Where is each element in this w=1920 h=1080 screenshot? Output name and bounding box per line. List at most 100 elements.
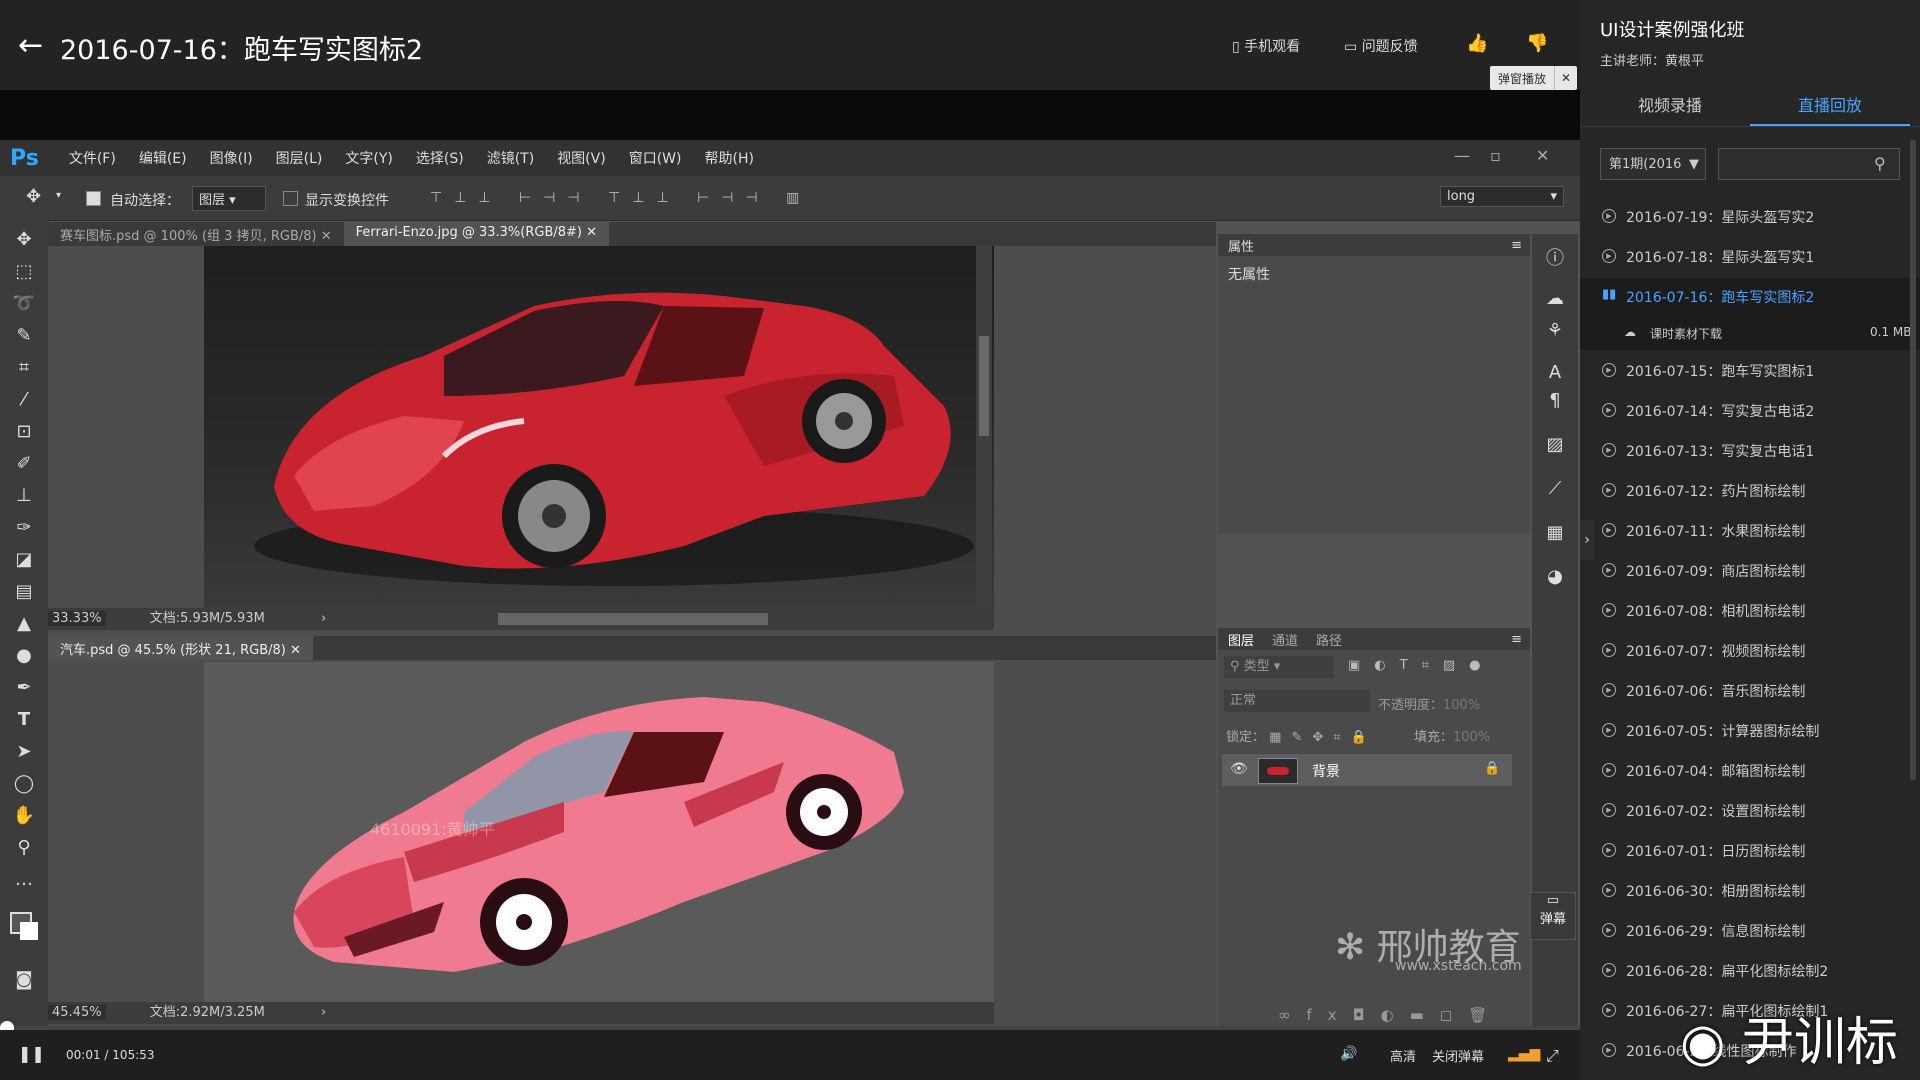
adjustments-icon[interactable]: ▨ [1542, 434, 1568, 460]
episode-item[interactable]: ▶ 2016-06-30：相册图标绘制 [1580, 872, 1920, 912]
maximize-icon[interactable]: ▫ [1490, 146, 1501, 165]
lock-icons[interactable]: ▦✎✥⌗🔒 [1269, 730, 1377, 745]
quick-select-tool-icon[interactable]: ✎ [8, 322, 40, 350]
mobile-watch-button[interactable]: ▯ 手机观看 [1232, 36, 1300, 56]
patch-tool-icon[interactable]: ⊡ [8, 418, 40, 446]
danmu-side-button[interactable]: ▭ 弹幕 [1530, 892, 1576, 940]
hand-tool-icon[interactable]: ✋ [8, 802, 40, 830]
panel-menu-icon[interactable]: ≡ [1511, 632, 1522, 647]
doc-tab-car[interactable]: 汽车.psd @ 45.5% (形状 21, RGB/8) ✕ [48, 636, 313, 660]
episode-item[interactable]: ▶ 2016-07-05：计算器图标绘制 [1580, 712, 1920, 752]
close-icon[interactable]: ✕ [1554, 66, 1577, 90]
chevron-right-icon[interactable]: › [321, 611, 326, 626]
dodge-tool-icon[interactable]: ● [8, 642, 40, 670]
material-download-row[interactable]: ☁ 课时素材下载 0.1 MB [1580, 316, 1920, 350]
align-icons[interactable]: ⊤⊥⊥ ⊢⊣⊣ ⊤⊥⊥ ⊢⊣⊣ ▥ [430, 190, 811, 206]
menu-image[interactable]: 图像(I) [210, 148, 253, 168]
show-transform-checkbox[interactable] [283, 190, 298, 206]
menu-file[interactable]: 文件(F) [69, 148, 116, 168]
chevron-down-icon[interactable]: ▾ [56, 190, 61, 201]
menu-view[interactable]: 视图(V) [557, 148, 606, 168]
episode-item[interactable]: ▮▮ 2016-07-16：跑车写实图标2 [1580, 278, 1920, 318]
measure-icon[interactable]: ⟋ [1542, 478, 1568, 504]
move-tool-icon[interactable]: ✥ [8, 226, 40, 254]
filter-icons[interactable]: ▣◐T⌗▨● [1348, 658, 1495, 673]
color-swatches-icon[interactable] [8, 910, 40, 940]
stamp-tool-icon[interactable]: ⊥ [8, 482, 40, 510]
zoom-level[interactable]: 33.33% [48, 611, 106, 626]
character-icon[interactable]: A [1542, 362, 1568, 388]
path-select-icon[interactable]: ➤ [8, 738, 40, 766]
window-close-icon[interactable]: ✕ [1536, 146, 1549, 165]
layer-row-background[interactable]: 👁 背景 🔒 [1222, 754, 1512, 786]
menu-layer[interactable]: 图层(L) [276, 148, 323, 168]
episode-item[interactable]: ▶ 2016-06-29：信息图标绘制 [1580, 912, 1920, 952]
glyphs-icon[interactable]: ▦ [1542, 522, 1568, 548]
episode-item[interactable]: ▶ 2016-07-13：写实复古电话1 [1580, 432, 1920, 472]
sidebar-scrollbar[interactable] [1910, 140, 1916, 780]
doc-tab-race-icon[interactable]: 赛车图标.psd @ 100% (组 3 拷贝, RGB/8) ✕ [48, 222, 344, 246]
brush-tool-icon[interactable]: ✐ [8, 450, 40, 478]
zoom-tool-icon[interactable]: ⚲ [8, 834, 40, 862]
ferrari-photo-canvas[interactable] [204, 246, 994, 608]
fullscreen-icon[interactable]: ⤢ [1546, 1046, 1559, 1066]
episode-item[interactable]: ▶ 2016-07-01：日历图标绘制 [1580, 832, 1920, 872]
vertical-scrollbar[interactable] [976, 246, 992, 608]
thumbs-down-icon[interactable]: 👎 [1526, 33, 1548, 54]
episode-item[interactable]: ▶ 2016-07-15：跑车写实图标1 [1580, 352, 1920, 392]
eyedropper-tool-icon[interactable]: ⁄ [8, 386, 40, 414]
episode-search-input[interactable] [1718, 148, 1900, 180]
menu-help[interactable]: 帮助(H) [704, 148, 753, 168]
episode-item[interactable]: ▶ 2016-07-11：水果图标绘制 [1580, 512, 1920, 552]
volume-icon[interactable]: 🔊 [1340, 1046, 1357, 1062]
panel-menu-icon[interactable]: ≡ [1511, 238, 1522, 253]
lasso-tool-icon[interactable]: ➰ [8, 290, 40, 318]
quality-button[interactable]: 高清 [1390, 1046, 1416, 1065]
period-dropdown[interactable]: 第1期(2016 ▼ [1600, 148, 1706, 180]
thumbs-up-icon[interactable]: 👍 [1466, 33, 1488, 54]
episode-item[interactable]: ▶ 2016-07-04：邮箱图标绘制 [1580, 752, 1920, 792]
episode-item[interactable]: ▶ 2016-07-18：星际头盔写实1 [1580, 238, 1920, 278]
tab-paths[interactable]: 路径 [1316, 630, 1342, 649]
pause-icon[interactable]: ❚❚ [18, 1044, 45, 1063]
type-tool-icon[interactable]: T [8, 706, 40, 734]
auto-select-checkbox[interactable] [86, 190, 101, 206]
minimize-icon[interactable]: — [1454, 146, 1470, 165]
search-icon[interactable]: ⚲ [1874, 154, 1892, 173]
episode-item[interactable]: ▶ 2016-07-09：商店图标绘制 [1580, 552, 1920, 592]
history-brush-icon[interactable]: ✑ [8, 514, 40, 542]
move-tool-icon[interactable]: ✥ [26, 186, 41, 207]
menu-window[interactable]: 窗口(W) [629, 148, 682, 168]
doc-tab-ferrari[interactable]: Ferrari-Enzo.jpg @ 33.3%(RGB/8#) ✕ [343, 222, 610, 246]
back-arrow-icon[interactable]: ← [18, 28, 43, 63]
fill-control[interactable]: 填充：100% [1414, 726, 1490, 745]
episode-item[interactable]: ▶ 2016-06-28：扁平化图标绘制2 [1580, 952, 1920, 992]
feedback-button[interactable]: ▭ 问题反馈 [1344, 36, 1418, 56]
info-icon[interactable]: ⓘ [1542, 244, 1568, 270]
episode-item[interactable]: ▶ 2016-07-08：相机图标绘制 [1580, 592, 1920, 632]
more-tools-icon[interactable]: … [8, 866, 40, 894]
danmu-toggle-button[interactable]: 关闭弹幕 [1432, 1046, 1484, 1065]
episode-item[interactable]: ▶ 2016-07-19：星际头盔写实2 [1580, 198, 1920, 238]
horizontal-scrollbar[interactable] [498, 613, 768, 625]
episode-item[interactable]: ▶ 2016-07-02：设置图标绘制 [1580, 792, 1920, 832]
quick-mask-icon[interactable]: ◙ [8, 966, 40, 994]
signal-icon[interactable]: ▂▄▆ [1508, 1046, 1540, 1062]
libraries-icon[interactable]: ☁ [1542, 288, 1568, 314]
menu-type[interactable]: 文字(Y) [345, 148, 392, 168]
episode-item[interactable]: ▶ 2016-07-07：视频图标绘制 [1580, 632, 1920, 672]
layer-select-dropdown[interactable]: 图层 ▾ [192, 186, 266, 211]
brush-presets-icon[interactable]: ⚘ [1542, 320, 1568, 346]
menu-select[interactable]: 选择(S) [416, 148, 464, 168]
opacity-control[interactable]: 不透明度：100% [1378, 694, 1480, 713]
tab-live-replay[interactable]: 直播回放 [1798, 92, 1862, 116]
marquee-tool-icon[interactable]: ⬚ [8, 258, 40, 286]
layer-kind-filter[interactable]: ⚲ 类型 ▾ [1224, 656, 1334, 678]
episode-item[interactable]: ▶ 2016-07-12：药片图标绘制 [1580, 472, 1920, 512]
crop-tool-icon[interactable]: ⌗ [8, 354, 40, 382]
zoom-level[interactable]: 45.45% [48, 1005, 106, 1020]
layer-actions[interactable]: ∞fx◘◐▬◻🗑 [1278, 1006, 1503, 1024]
tab-video-recording[interactable]: 视频录播 [1638, 92, 1702, 116]
paragraph-icon[interactable]: ¶ [1542, 390, 1568, 416]
blend-mode-dropdown[interactable]: 正常 [1224, 690, 1370, 712]
